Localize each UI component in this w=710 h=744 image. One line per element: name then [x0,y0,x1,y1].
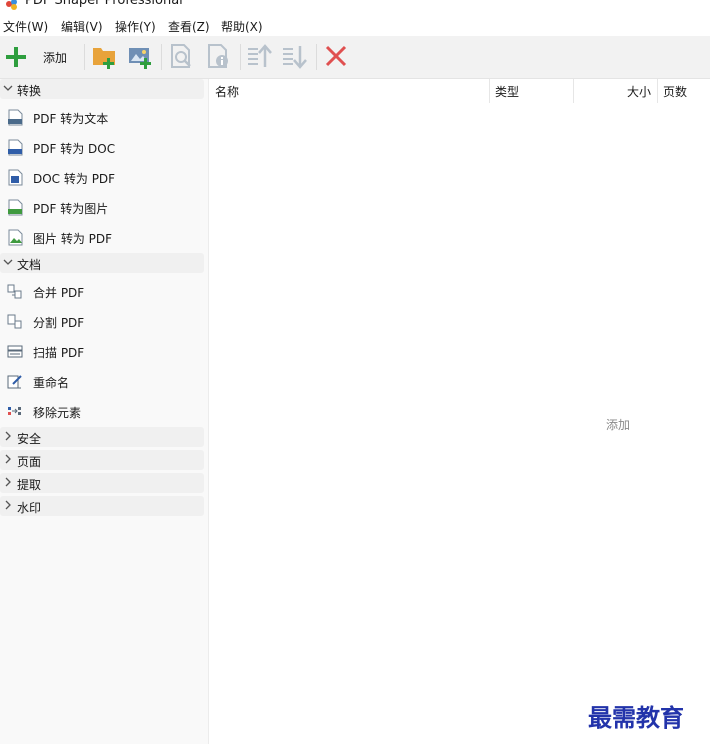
file-list[interactable]: 名称 类型 大小 页数 添加 [209,79,710,744]
sidebar-item-pdf-to-text[interactable]: PDF 转为文本 [0,104,204,130]
add-files-button[interactable] [4,42,80,72]
sidebar-item-label: PDF 转为文本 [33,112,109,126]
section-label: 转换 [17,84,42,98]
sidebar-item-label: 重命名 [33,376,70,390]
split-icon [7,314,22,329]
chevron-down-icon [3,259,13,265]
toolbar-separator [316,44,317,70]
sidebar-item-pdf-to-image[interactable]: PDF 转为图片 [0,194,204,220]
sidebar-item-pdf-to-doc[interactable]: PDF 转为 DOC [0,134,204,160]
column-header-label: 类型 [495,85,520,99]
menu-actions[interactable]: 操作(Y) [115,18,156,35]
section-header-document[interactable]: 文档 [0,253,204,273]
word-file-icon [8,169,23,186]
add-image-icon [129,48,151,69]
app-logo-icon [6,0,17,10]
sidebar-item-label: 移除元素 [33,406,82,420]
chevron-down-icon [3,85,13,91]
section-label: 水印 [17,501,42,515]
sidebar-item-remove-elements[interactable]: 移除元素 [0,398,204,424]
remove-button[interactable] [323,42,351,72]
section-label: 页面 [17,455,42,469]
add-images-button[interactable] [127,42,155,72]
add-icon [6,47,26,67]
move-down-button[interactable] [281,42,309,72]
merge-icon [7,284,22,299]
chevron-right-icon [5,431,11,441]
jpg-file-icon [8,199,23,216]
remove-icon [325,45,347,67]
column-header-label: 页数 [663,85,688,99]
sidebar-item-label: 合并 PDF [33,286,85,300]
column-header-label: 大小 [627,85,652,99]
section-header-pages[interactable]: 页面 [0,450,204,470]
sidebar-item-image-to-pdf[interactable]: 图片 转为 PDF [0,224,204,250]
column-header-pages[interactable]: 页数 [658,79,710,103]
menu-edit[interactable]: 编辑(V) [61,18,103,35]
scanner-icon [7,345,23,358]
sidebar-item-doc-to-pdf[interactable]: DOC 转为 PDF [0,164,204,190]
sidebar-item-merge-pdf[interactable]: 合并 PDF [0,278,204,304]
section-label: 文档 [17,258,42,272]
section-label: 安全 [17,432,42,446]
move-down-icon [283,46,307,69]
preview-icon [171,44,191,68]
toolbar-separator [240,44,241,70]
column-header-name[interactable]: 名称 [209,79,489,103]
menu-help[interactable]: 帮助(X) [221,18,263,35]
chevron-right-icon [5,454,11,464]
menu-file[interactable]: 文件(W) [3,18,48,35]
watermark-text: 最需教育 [588,703,684,732]
toolbar-separator [84,44,85,70]
window-title: PDF Shaper Professional [25,0,183,8]
add-folder-icon [93,48,115,69]
move-up-icon [248,44,272,67]
sidebar-item-label: 分割 PDF [33,316,85,330]
menu-bar: 文件(W) 编辑(V) 操作(Y) 查看(Z) 帮助(X) [0,14,710,36]
chevron-right-icon [5,500,11,510]
move-up-button[interactable] [246,42,274,72]
chevron-right-icon [5,477,11,487]
column-header-label: 名称 [215,85,240,99]
column-header-size[interactable]: 大小 [574,79,657,103]
column-header-type[interactable]: 类型 [490,79,573,103]
section-label: 提取 [17,478,42,492]
toolbar: 添加 [0,36,710,79]
menu-view[interactable]: 查看(Z) [168,18,210,35]
sidebar-item-label: 图片 转为 PDF [33,232,113,246]
sidebar-item-label: PDF 转为 DOC [33,142,116,156]
sidebar-item-label: 扫描 PDF [33,346,85,360]
sidebar-item-rename[interactable]: 重命名 [0,368,204,394]
image-file-icon [8,229,23,246]
rename-icon [7,375,22,389]
section-header-watermark[interactable]: 水印 [0,496,204,516]
sidebar-item-split-pdf[interactable]: 分割 PDF [0,308,204,334]
sidebar-item-label: PDF 转为图片 [33,202,109,216]
preview-button[interactable] [168,42,196,72]
add-button-label: 添加 [43,51,68,65]
txt-file-icon [8,109,23,126]
title-bar: PDF Shaper Professional [0,0,710,14]
properties-button[interactable] [205,42,233,72]
sidebar-item-label: DOC 转为 PDF [33,172,116,186]
remove-elements-icon [8,407,21,415]
sidebar-item-scan-pdf[interactable]: 扫描 PDF [0,338,204,364]
doc-file-icon [8,139,23,156]
empty-list-hint[interactable]: 添加 [606,416,630,433]
properties-icon [208,44,228,68]
add-folder-button[interactable] [91,42,119,72]
section-header-extract[interactable]: 提取 [0,473,204,493]
section-header-convert[interactable]: 转换 [0,79,204,99]
toolbar-separator [161,44,162,70]
section-header-security[interactable]: 安全 [0,427,204,447]
sidebar: 转换 PDF 转为文本 PDF 转为 DOC DOC 转为 PDF PDF 转为… [0,79,209,744]
